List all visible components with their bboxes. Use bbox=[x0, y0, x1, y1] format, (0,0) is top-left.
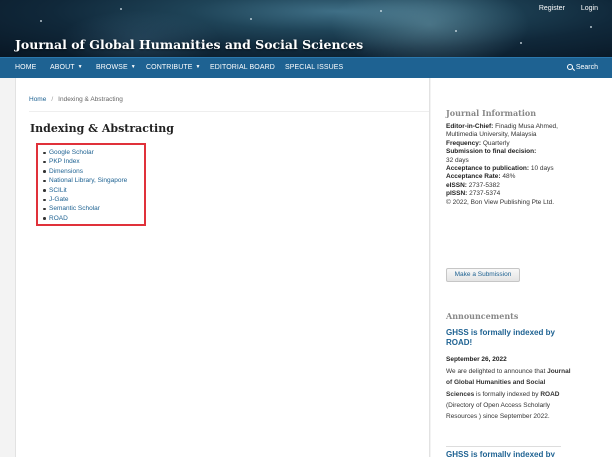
indexing-link[interactable]: PKP Index bbox=[42, 157, 127, 166]
frequency-label: Frequency: bbox=[446, 139, 482, 147]
sidebar: Journal Information Editor-in-Chief: Fin… bbox=[431, 78, 612, 457]
chevron-down-icon: ▼ bbox=[130, 64, 136, 70]
next-announcement-title-link[interactable]: GHSS is formally indexed by bbox=[446, 450, 571, 457]
header-star bbox=[40, 20, 42, 22]
indexing-link[interactable]: Google Scholar bbox=[42, 148, 127, 157]
indexing-link[interactable]: Dimensions bbox=[42, 167, 127, 176]
pissn-label: pISSN: bbox=[446, 190, 468, 198]
header-star bbox=[520, 42, 522, 44]
header-star bbox=[380, 10, 382, 12]
indexing-list: Google Scholar PKP Index Dimensions Nationa… bbox=[42, 148, 127, 223]
nav-item-special-issues[interactable]: SPECIAL ISSUES bbox=[285, 64, 343, 71]
announcement-date: September 26, 2022 bbox=[446, 356, 507, 363]
nav-item-about[interactable]: ABOUT ▼ bbox=[50, 64, 83, 71]
breadcrumb-separator: / bbox=[51, 96, 54, 103]
acceptance-value: 10 days bbox=[530, 165, 554, 173]
announcement-divider bbox=[446, 446, 561, 447]
announcement-title-link[interactable]: GHSS is formally indexed by ROAD! bbox=[446, 328, 571, 348]
submission-label: Submission to final decision: bbox=[446, 148, 537, 156]
copyright-text: © 2022, Bon View Publishing Pte Ltd. bbox=[446, 198, 555, 206]
nav-item-browse[interactable]: BROWSE ▼ bbox=[96, 64, 136, 71]
nav-item-contribute[interactable]: CONTRIBUTE ▼ bbox=[146, 64, 201, 71]
highlight-box: Google Scholar PKP Index Dimensions Nationa… bbox=[36, 143, 146, 226]
nav-item-home[interactable]: HOME bbox=[15, 64, 36, 71]
acceptance-label: Acceptance to publication: bbox=[446, 165, 530, 173]
eissn-value: 2737-5382 bbox=[468, 181, 500, 189]
chevron-down-icon: ▼ bbox=[77, 64, 83, 70]
header-star bbox=[590, 26, 592, 28]
indexing-link[interactable]: J-Gate bbox=[42, 195, 127, 204]
primary-nav: HOME ABOUT ▼ BROWSE ▼ CONTRIBUTE ▼ EDITORIA… bbox=[0, 57, 612, 78]
announcement-road: ROAD bbox=[540, 390, 560, 398]
chevron-down-icon: ▼ bbox=[195, 64, 201, 70]
editor-label: Editor-in-Chief: bbox=[446, 123, 494, 130]
indexing-link[interactable]: National Library, Singapore bbox=[42, 176, 127, 185]
submission-value: 32 days bbox=[446, 156, 469, 164]
search-link[interactable]: Search bbox=[566, 64, 598, 71]
announcement-body: We are delighted to announce that Journa… bbox=[446, 368, 571, 421]
journal-information-heading: Journal Information bbox=[446, 108, 537, 118]
login-link[interactable]: Login bbox=[581, 5, 598, 12]
breadcrumb: Home / Indexing & Abstracting bbox=[29, 96, 123, 103]
indexing-link[interactable]: SCILit bbox=[42, 186, 127, 195]
nav-item-editorial-board[interactable]: EDITORIAL BOARD bbox=[210, 64, 275, 71]
indexing-link[interactable]: ROAD bbox=[42, 214, 127, 223]
journal-information-block: Editor-in-Chief: Finadig Musa Ahmed, Mul… bbox=[446, 123, 571, 207]
indexing-link[interactable]: Semantic Scholar bbox=[42, 204, 127, 213]
page-title: Indexing & Abstracting bbox=[30, 122, 174, 135]
site-title[interactable]: Journal of Global Humanities and Social … bbox=[15, 37, 363, 52]
announcements-heading: Announcements bbox=[446, 311, 519, 321]
breadcrumb-divider bbox=[29, 111, 429, 112]
breadcrumb-home-link[interactable]: Home bbox=[29, 96, 46, 103]
register-link[interactable]: Register bbox=[539, 5, 565, 12]
breadcrumb-current: Indexing & Abstracting bbox=[58, 96, 123, 103]
user-nav: Register Login bbox=[525, 5, 598, 12]
acceptance-rate-label: Acceptance Rate: bbox=[446, 173, 501, 181]
search-icon bbox=[566, 64, 573, 70]
main-content: Home / Indexing & Abstracting Indexing & A… bbox=[15, 78, 430, 457]
acceptance-rate-value: 48% bbox=[502, 173, 516, 181]
header-star bbox=[120, 8, 122, 10]
eissn-label: eISSN: bbox=[446, 181, 467, 189]
header-star bbox=[250, 18, 252, 20]
frequency-value: Quarterly bbox=[482, 139, 510, 147]
make-submission-button[interactable]: Make a Submission bbox=[446, 268, 520, 282]
pissn-value: 2737-5374 bbox=[469, 190, 501, 198]
site-header: Register Login Journal of Global Humanit… bbox=[0, 0, 612, 57]
header-star bbox=[455, 30, 457, 32]
